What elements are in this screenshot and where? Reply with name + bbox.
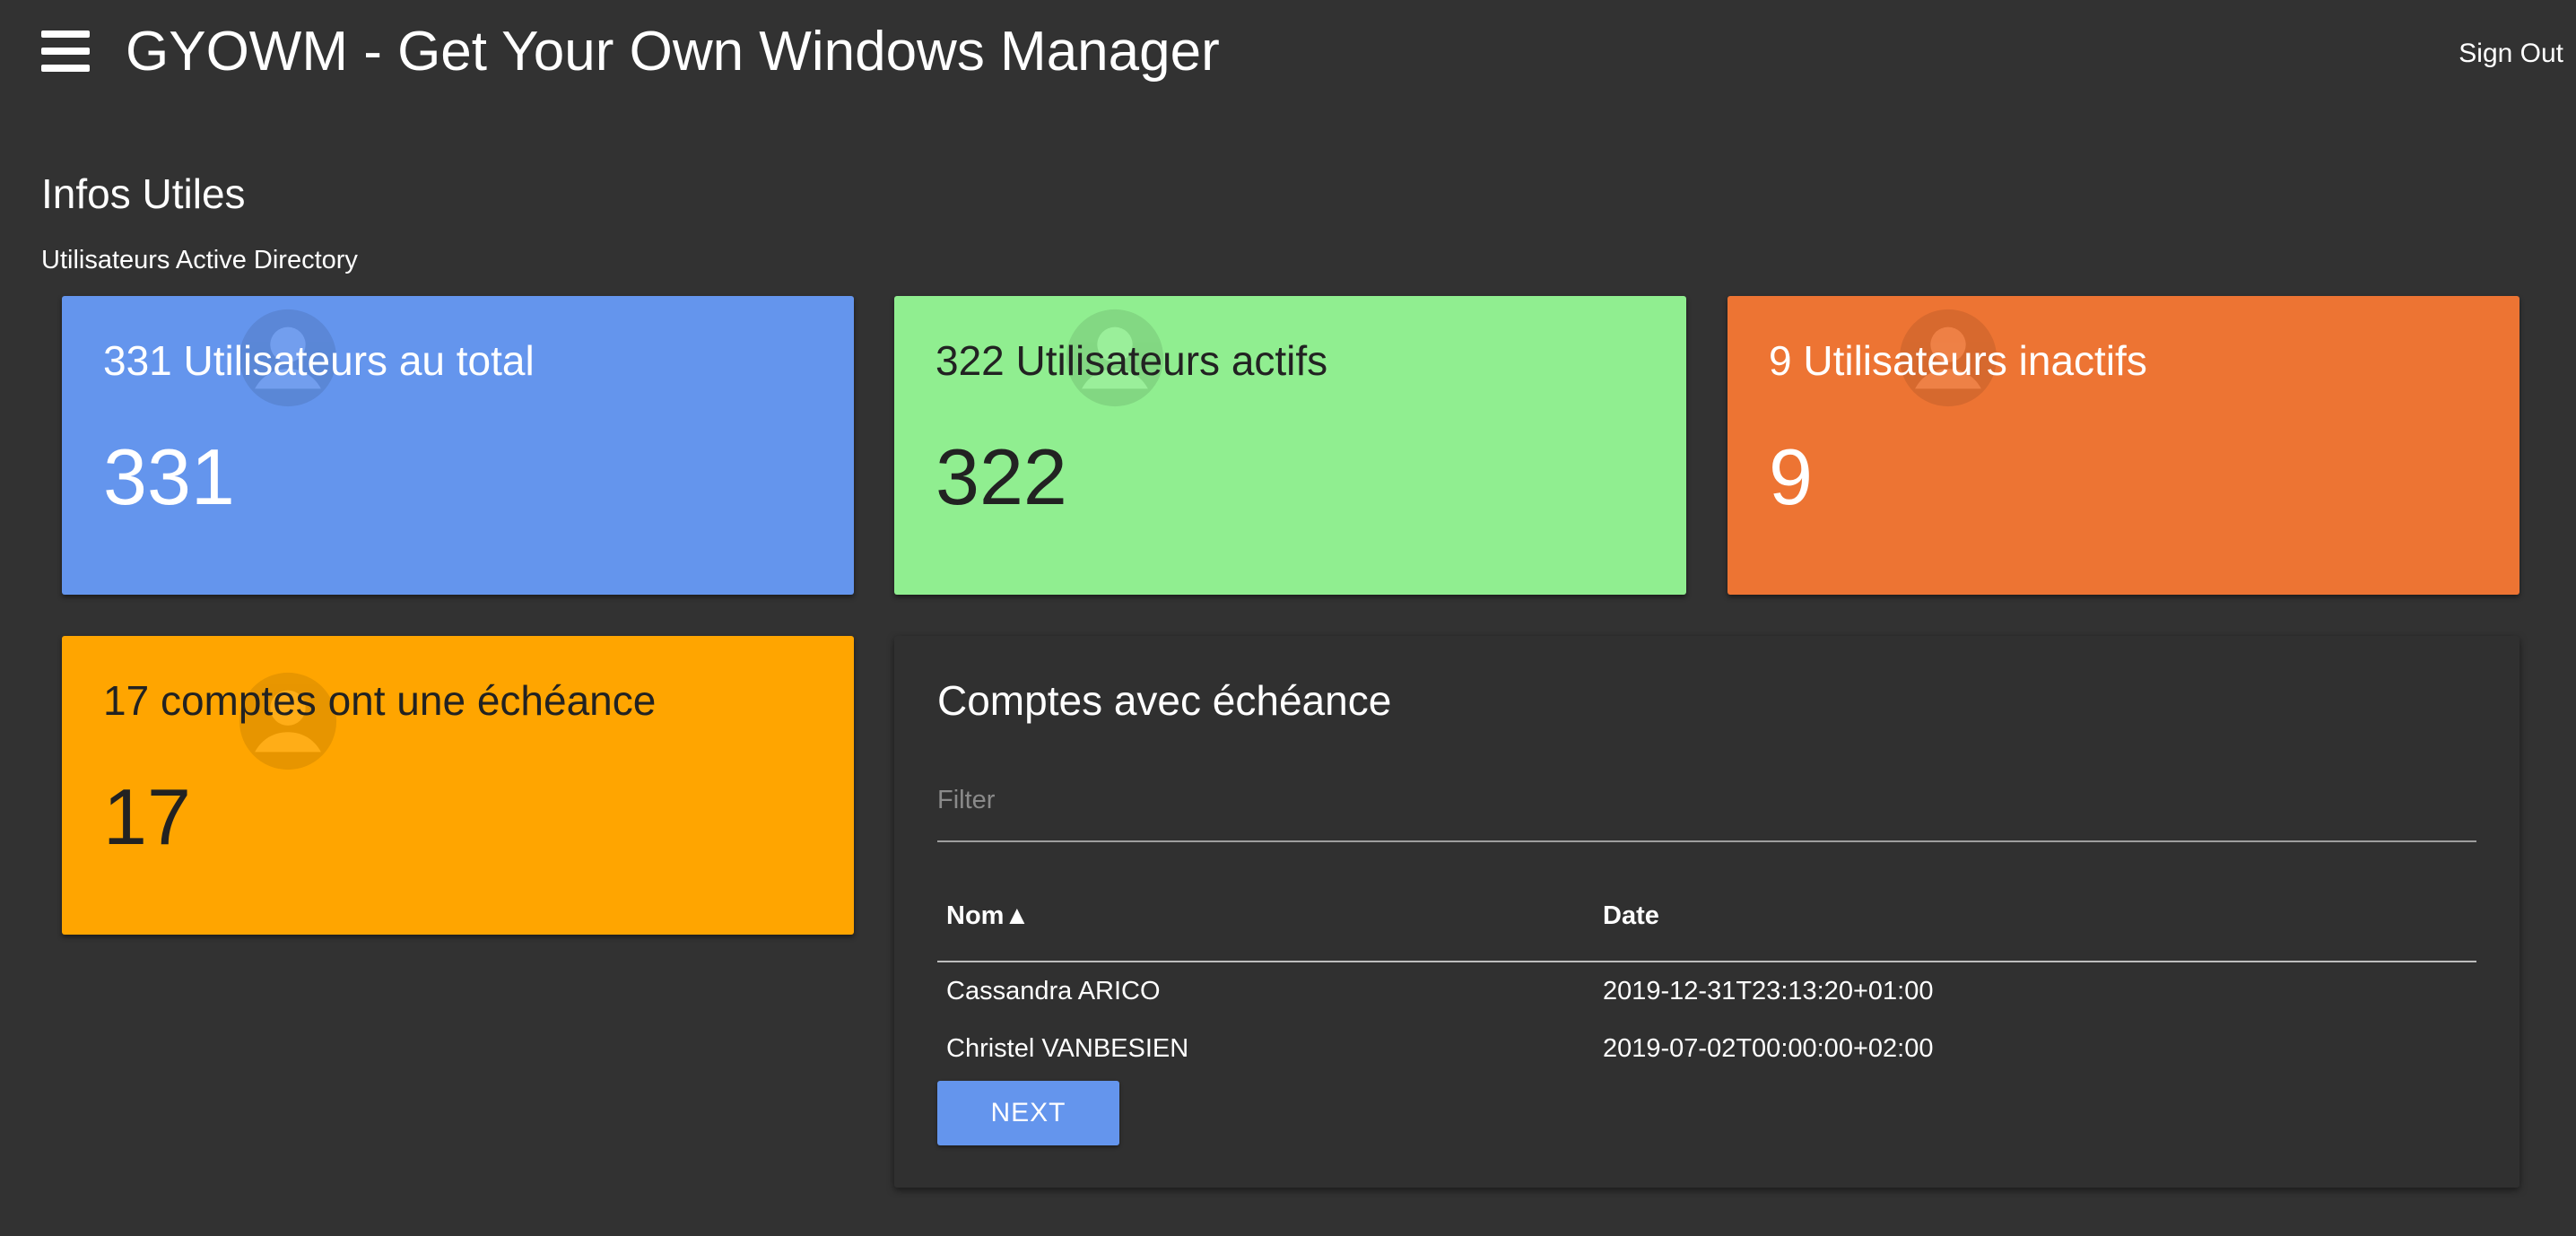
card-active-users: 322 Utilisateurs actifs 322 bbox=[894, 296, 1686, 595]
menu-bar bbox=[41, 30, 90, 38]
card-value: 17 bbox=[103, 772, 191, 861]
cell-name: Cassandra ARICO bbox=[946, 977, 1161, 1005]
panel-title: Comptes avec échéance bbox=[937, 677, 1392, 724]
hamburger-menu-icon[interactable] bbox=[41, 30, 91, 72]
card-expiring-accounts: 17 comptes ont une échéance 17 bbox=[62, 636, 854, 935]
card-value: 322 bbox=[936, 432, 1067, 521]
menu-bar bbox=[41, 48, 90, 55]
table-row[interactable]: Christel VANBESIEN 2019-07-02T00:00:00+0… bbox=[937, 1020, 2476, 1077]
filter-field bbox=[937, 762, 2476, 842]
column-header-name[interactable]: Nom▲ bbox=[946, 898, 1030, 934]
app-header: GYOWM - Get Your Own Windows Manager Sig… bbox=[0, 0, 2576, 106]
filter-input[interactable] bbox=[937, 779, 2476, 821]
card-value: 331 bbox=[103, 432, 235, 521]
expiring-accounts-panel: Comptes avec échéance Nom▲ Date Cassandr… bbox=[894, 636, 2519, 1188]
cell-date: 2019-07-02T00:00:00+02:00 bbox=[1603, 1034, 1934, 1063]
card-label: 331 Utilisateurs au total bbox=[103, 337, 535, 384]
page-title: Infos Utiles bbox=[41, 170, 246, 217]
card-total-users: 331 Utilisateurs au total 331 bbox=[62, 296, 854, 595]
menu-bar bbox=[41, 65, 90, 72]
table-header: Nom▲ Date bbox=[937, 869, 2476, 962]
card-label: 322 Utilisateurs actifs bbox=[936, 337, 1328, 384]
section-subtitle: Utilisateurs Active Directory bbox=[41, 246, 358, 274]
card-label: 9 Utilisateurs inactifs bbox=[1769, 337, 2147, 384]
table-row[interactable]: Cassandra ARICO 2019-12-31T23:13:20+01:0… bbox=[937, 962, 2476, 1020]
card-label: 17 comptes ont une échéance bbox=[103, 677, 657, 724]
app-title: GYOWM - Get Your Own Windows Manager bbox=[126, 21, 1220, 83]
cell-date: 2019-12-31T23:13:20+01:00 bbox=[1603, 977, 1934, 1005]
card-inactive-users: 9 Utilisateurs inactifs 9 bbox=[1727, 296, 2519, 595]
column-header-date[interactable]: Date bbox=[1603, 898, 1659, 934]
expiring-accounts-table: Nom▲ Date Cassandra ARICO 2019-12-31T23:… bbox=[937, 869, 2476, 1077]
sign-out-button[interactable]: Sign Out bbox=[2459, 36, 2563, 72]
cell-name: Christel VANBESIEN bbox=[946, 1034, 1189, 1063]
next-page-button[interactable]: NEXT bbox=[937, 1081, 1119, 1145]
card-value: 9 bbox=[1769, 432, 1813, 521]
